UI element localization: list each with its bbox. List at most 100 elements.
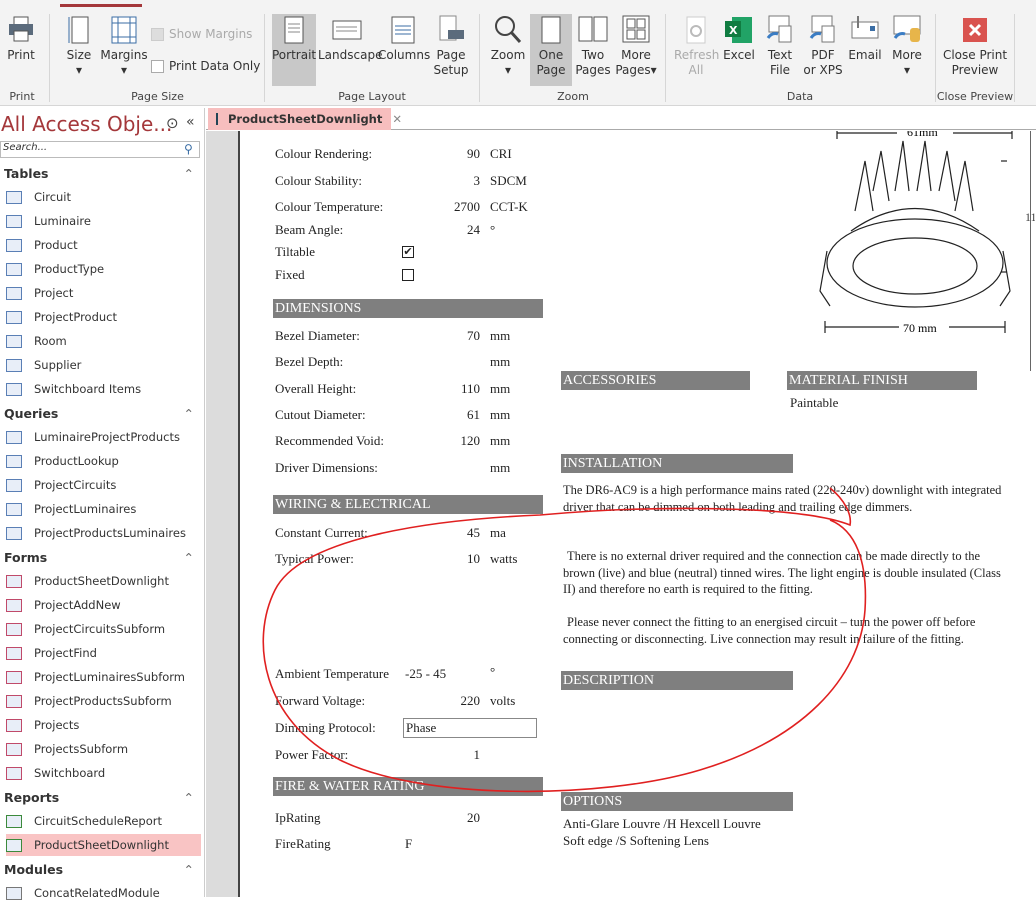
nav-item[interactable]: ProjectLuminairesSubform [6, 666, 201, 688]
nav-item[interactable]: ProjectProduct [6, 306, 201, 328]
columns-button[interactable]: Columns [378, 14, 430, 63]
page-setup-button[interactable]: Page Setup [432, 14, 470, 78]
nav-item[interactable]: CircuitScheduleReport [6, 810, 201, 832]
nav-item[interactable]: Product [6, 234, 201, 256]
print-button[interactable]: Print [4, 14, 38, 63]
zoom-button[interactable]: Zoom ▾ [488, 14, 528, 78]
ambient-temp-label: Ambient Temperature [275, 666, 390, 681]
nav-pane-title[interactable]: All Access Obje... [1, 112, 172, 136]
portrait-button[interactable]: Portrait [272, 14, 316, 86]
material-finish-value: Paintable [790, 395, 839, 410]
print-data-only-checkbox[interactable]: Print Data Only [151, 59, 260, 73]
one-page-button[interactable]: One Page [530, 14, 572, 86]
tiltable-label: Tiltable [275, 244, 315, 259]
nav-item-label: LuminaireProjectProducts [34, 430, 180, 444]
nav-item[interactable]: Switchboard [6, 762, 201, 784]
nav-search-input[interactable]: Search... [0, 141, 200, 158]
email-button[interactable]: Email [846, 14, 884, 63]
nav-item-label: Room [34, 334, 67, 348]
nav-item[interactable]: Projects [6, 714, 201, 736]
table-icon [6, 214, 22, 228]
querie-icon [6, 526, 22, 540]
wiring-value: 10 [467, 551, 480, 566]
more-pages-button[interactable]: More Pages▾ [614, 14, 658, 78]
page-edge [1030, 131, 1031, 371]
close-tab-icon[interactable]: ✕ [392, 112, 402, 126]
tab-product-sheet-downlight[interactable]: ProductSheetDownlight ✕ [208, 108, 402, 130]
nav-item[interactable]: ProjectLuminaires [6, 498, 201, 520]
nav-item-label: Circuit [34, 190, 72, 204]
ip-rating-value: 20 [467, 810, 480, 825]
nav-item[interactable]: Supplier [6, 354, 201, 376]
nav-item-label: CircuitScheduleReport [34, 814, 162, 828]
divider [479, 14, 480, 102]
size-button[interactable]: Size ▾ [62, 14, 96, 78]
landscape-button[interactable]: Landscape [318, 14, 382, 63]
nav-item[interactable]: ProductLookup [6, 450, 201, 472]
table-icon [6, 310, 22, 324]
refresh-all-button[interactable]: Refresh All [674, 14, 719, 78]
forward-voltage-value: 220 [460, 693, 481, 708]
divider [49, 14, 50, 102]
excel-button[interactable]: X Excel [720, 14, 758, 63]
table-icon [6, 262, 22, 276]
description-header: DESCRIPTION [561, 671, 793, 690]
nav-item[interactable]: ProductSheetDownlight [6, 570, 201, 592]
more-export-button[interactable]: More ▾ [888, 14, 926, 78]
nav-section-reports[interactable]: Reports ⌃ [4, 790, 200, 805]
photometric-unit: SDCM [490, 173, 527, 188]
nav-section-tables[interactable]: Tables ⌃ [4, 166, 200, 181]
active-tab-indicator [60, 4, 142, 7]
nav-section-modules[interactable]: Modules ⌃ [4, 862, 200, 877]
collapse-pane-icon[interactable]: « [186, 114, 195, 130]
options-header: OPTIONS [561, 792, 793, 811]
ambient-temp-value: -25 - 45 [405, 666, 447, 681]
nav-item[interactable]: Luminaire [6, 210, 201, 232]
magnifier-icon [495, 16, 522, 44]
nav-section-queries[interactable]: Queries ⌃ [4, 406, 200, 421]
nav-item[interactable]: ProjectCircuits [6, 474, 201, 496]
nav-item-label: Switchboard Items [34, 382, 142, 396]
collapse-section-icon[interactable]: ⌃ [184, 550, 194, 565]
nav-item[interactable]: Project [6, 282, 201, 304]
nav-item[interactable]: Room [6, 330, 201, 352]
photometric-value: 2700 [454, 199, 480, 214]
options-line: Anti-Glare Louvre /H Hexcell Louvre [563, 816, 761, 831]
nav-item[interactable]: Switchboard Items [6, 378, 201, 400]
nav-item[interactable]: LuminaireProjectProducts [6, 426, 201, 448]
pdf-xps-button[interactable]: PDF or XPS [802, 14, 844, 78]
nav-item[interactable]: ProductType [6, 258, 201, 280]
text-file-button[interactable]: Text File [760, 14, 800, 78]
collapse-section-icon[interactable]: ⌃ [184, 166, 194, 181]
photometric-value: 24 [467, 222, 480, 237]
nav-item-label: ProjectAddNew [34, 598, 121, 612]
two-pages-button[interactable]: Two Pages [574, 14, 612, 78]
nav-item[interactable]: ProjectProductsSubform [6, 690, 201, 712]
nav-item[interactable]: ProjectFind [6, 642, 201, 664]
group-label-close-preview: Close Preview [936, 90, 1014, 103]
nav-item-label: Switchboard [34, 766, 106, 780]
nav-item[interactable]: ProjectProductsLuminaires [6, 522, 201, 544]
collapse-section-icon[interactable]: ⌃ [184, 406, 194, 421]
nav-section-forms[interactable]: Forms ⌃ [4, 550, 200, 565]
nav-item[interactable]: Circuit [6, 186, 201, 208]
collapse-section-icon[interactable]: ⌃ [184, 790, 194, 805]
close-print-preview-button[interactable]: Close Print Preview [940, 14, 1010, 78]
wiring-header: WIRING & ELECTRICAL [273, 495, 543, 514]
table-icon [6, 238, 22, 252]
nav-item[interactable]: ConcatRelatedModule [6, 882, 201, 904]
search-icon[interactable]: ⚲ [184, 142, 193, 156]
nav-item[interactable]: ProjectAddNew [6, 594, 201, 616]
nav-menu-dropdown-icon[interactable]: ⊙ [166, 114, 179, 132]
nav-item-label: ProjectCircuits [34, 478, 117, 492]
nav-item-label: Projects [34, 718, 80, 732]
margins-button[interactable]: Margins ▾ [100, 14, 148, 78]
document-tab-bar: ProductSheetDownlight ✕ [206, 108, 1036, 130]
nav-item[interactable]: ProductSheetDownlight [6, 834, 201, 856]
show-margins-checkbox[interactable]: Show Margins [151, 27, 252, 41]
nav-item[interactable]: ProjectsSubform [6, 738, 201, 760]
form-icon [6, 694, 22, 708]
nav-item[interactable]: ProjectCircuitsSubform [6, 618, 201, 640]
collapse-section-icon[interactable]: ⌃ [184, 862, 194, 877]
photometric-label: Beam Angle: [275, 222, 344, 237]
